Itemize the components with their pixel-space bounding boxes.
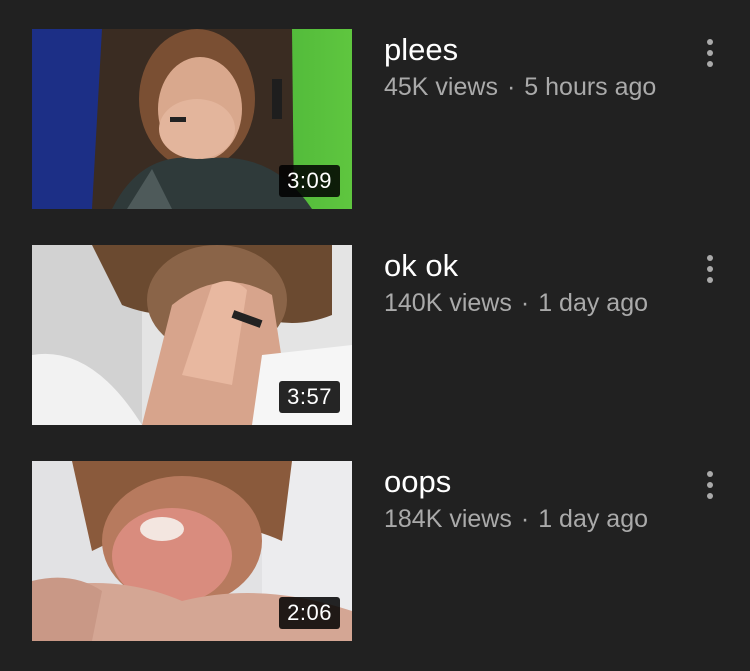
- video-duration-badge: 3:57: [279, 381, 340, 413]
- video-view-count: 140K views: [384, 289, 512, 317]
- video-view-count: 184K views: [384, 505, 512, 533]
- video-view-count: 45K views: [384, 73, 498, 101]
- more-vert-icon[interactable]: [694, 33, 726, 73]
- video-item[interactable]: 2:06 oops 184K views · 1 day ago: [0, 461, 750, 643]
- video-duration-badge: 2:06: [279, 597, 340, 629]
- video-upload-age: 1 day ago: [538, 505, 649, 533]
- meta-separator: ·: [520, 505, 530, 533]
- video-metadata: 184K views · 1 day ago: [384, 503, 648, 535]
- meta-separator: ·: [520, 289, 530, 317]
- video-thumbnail[interactable]: 2:06: [32, 461, 352, 641]
- video-title[interactable]: ok ok: [384, 247, 458, 285]
- more-vert-icon[interactable]: [694, 249, 726, 289]
- video-item[interactable]: 3:09 plees 45K views · 5 hours ago: [0, 29, 750, 211]
- video-title[interactable]: plees: [384, 31, 458, 69]
- video-upload-age: 5 hours ago: [524, 73, 657, 101]
- meta-separator: ·: [506, 73, 516, 101]
- video-thumbnail[interactable]: 3:09: [32, 29, 352, 209]
- more-vert-icon[interactable]: [694, 465, 726, 505]
- video-item[interactable]: 3:57 ok ok 140K views · 1 day ago: [0, 245, 750, 427]
- video-list: 3:09 plees 45K views · 5 hours ago 3:57 ok…: [0, 0, 750, 671]
- video-metadata: 140K views · 1 day ago: [384, 287, 648, 319]
- video-duration-badge: 3:09: [279, 165, 340, 197]
- video-thumbnail[interactable]: 3:57: [32, 245, 352, 425]
- video-title[interactable]: oops: [384, 463, 451, 501]
- video-upload-age: 1 day ago: [538, 289, 649, 317]
- video-metadata: 45K views · 5 hours ago: [384, 71, 656, 103]
